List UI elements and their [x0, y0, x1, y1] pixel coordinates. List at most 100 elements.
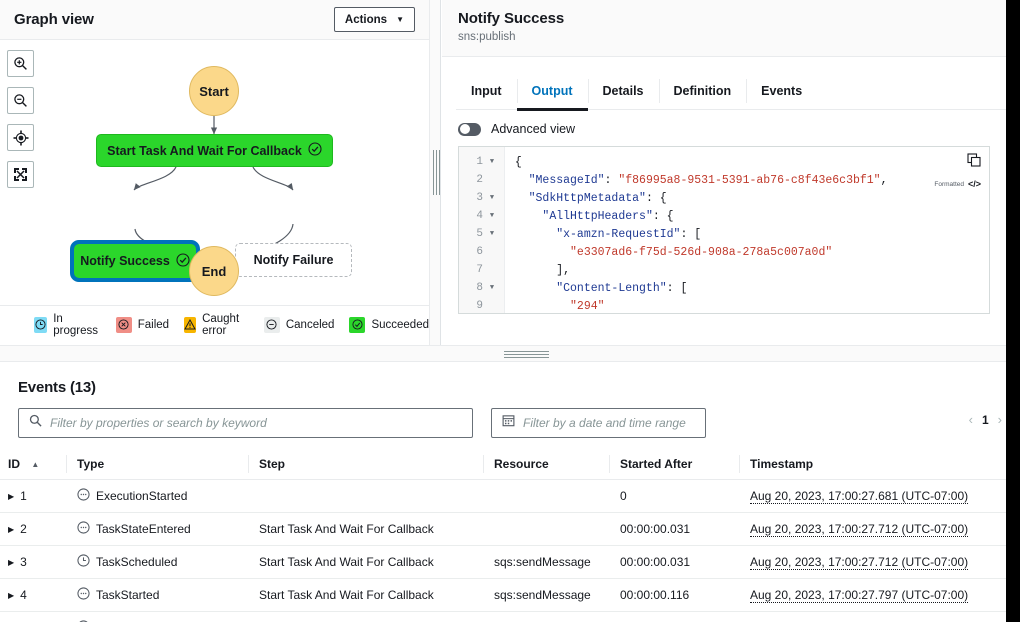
pagination-prev-button[interactable]: ‹ — [969, 412, 973, 427]
column-header-type[interactable]: Type — [66, 452, 248, 480]
expand-row-icon[interactable]: ▶ — [8, 558, 14, 567]
graph-legend: In progress Failed Caught error Canceled… — [0, 305, 429, 343]
code-line-text: "e3307ad6-f75d-526d-908a-278a5c007a0d" — [570, 245, 833, 259]
x-circle-icon — [115, 316, 132, 333]
legend-item-in-progress: In progress — [34, 313, 101, 337]
tab-events[interactable]: Events — [746, 72, 817, 110]
legend-item-failed: Failed — [115, 316, 169, 333]
table-row[interactable]: ▶ 4 TaskStarted Start Task And Wait For Cal… — [0, 578, 1006, 612]
cell-id-value: 2 — [20, 522, 27, 536]
output-json-viewer[interactable]: 1 ▼ {2 "MessageId": "f86995a8-9531-5391-a… — [458, 146, 990, 314]
tab-details-label: Details — [602, 84, 644, 98]
resize-grip-icon — [504, 351, 549, 358]
dots-circle-icon — [77, 488, 90, 504]
formatted-toggle[interactable]: Formatted </> — [934, 179, 981, 189]
calendar-icon — [502, 414, 515, 432]
cell-type-value: TaskStarted — [96, 588, 160, 602]
actions-button[interactable]: Actions ▼ — [333, 7, 415, 32]
timestamp-link[interactable]: Aug 20, 2023, 17:00:27.712 (UTC-07:00) — [750, 555, 969, 570]
fold-triangle-icon[interactable]: ▼ — [483, 194, 501, 202]
graph-node-notify-failure[interactable]: Notify Failure — [235, 243, 352, 277]
search-input[interactable]: Filter by properties or search by keywor… — [18, 408, 473, 438]
cell-timestamp: Aug 20, 2023, 17:00:27.712 (UTC-07:00) — [739, 545, 1006, 579]
cell-started-after: 00:00:00.116 — [609, 578, 739, 612]
search-icon — [29, 414, 42, 432]
table-row[interactable]: ▶ 1 ExecutionStarted 0 Aug 20, 2023, 17:00:2… — [0, 479, 1006, 513]
expand-row-icon[interactable]: ▶ — [8, 492, 14, 501]
graph-node-notify-success[interactable]: Notify Success — [70, 240, 200, 282]
graph-node-start-label: Start — [199, 83, 229, 99]
pagination-page-1[interactable]: 1 — [982, 413, 989, 427]
column-header-resource[interactable]: Resource — [483, 452, 609, 480]
check-circle-icon — [176, 252, 190, 270]
expand-row-icon[interactable]: ▶ — [8, 525, 14, 534]
dots-circle-icon — [77, 521, 90, 537]
tab-input[interactable]: Input — [456, 72, 517, 110]
cell-timestamp: Aug 20, 2023, 17:00:27.712 (UTC-07:00) — [739, 512, 1006, 546]
table-row[interactable]: ▶5TaskSubmittedStart Task And Wait For C… — [0, 611, 1006, 622]
chevron-down-icon: ▼ — [396, 14, 404, 24]
timestamp-link[interactable]: Aug 20, 2023, 17:00:27.712 (UTC-07:00) — [750, 522, 969, 537]
code-line-number: 7 — [476, 264, 483, 276]
code-line-text: "Content-Length": [ — [556, 281, 688, 295]
column-header-started-after[interactable]: Started After — [609, 452, 739, 480]
cell-id: ▶ 4 — [0, 578, 66, 612]
advanced-view-toggle[interactable] — [458, 122, 481, 136]
fold-triangle-icon[interactable]: ▼ — [483, 230, 501, 238]
graph-node-end[interactable]: End — [189, 246, 239, 296]
code-line-text: { — [514, 155, 522, 169]
tab-output[interactable]: Output — [516, 72, 588, 111]
pagination-next-button[interactable]: › — [998, 412, 1002, 427]
graph-canvas[interactable]: Start Start Task And Wait For Callback N… — [0, 40, 429, 305]
clock-icon — [34, 316, 48, 333]
graph-node-start-task-and-wait-for-callback[interactable]: Start Task And Wait For Callback — [96, 134, 333, 167]
tab-details[interactable]: Details — [587, 72, 659, 110]
legend-label-in-progress: In progress — [53, 312, 98, 337]
code-line-number: 6 — [476, 246, 483, 258]
cell-id: ▶ 2 — [0, 512, 66, 546]
legend-label-canceled: Canceled — [285, 318, 335, 331]
code-line-text: "MessageId": "f86995a8-9531-5391-ab76-c8… — [528, 173, 888, 187]
pagination: ‹ 1 › — [969, 412, 1002, 427]
copy-icon[interactable] — [934, 153, 981, 172]
timestamp-link[interactable]: Aug 20, 2023, 17:00:27.681 (UTC-07:00) — [750, 489, 969, 504]
cell-resource — [483, 479, 609, 513]
table-row[interactable]: ▶ 3 TaskScheduled Start Task And Wait For C… — [0, 545, 1006, 579]
cell-type: TaskStarted — [66, 578, 248, 612]
cell-timestamp: Aug 20, 2023, 17:00:27.681 (UTC-07:00) — [739, 479, 1006, 513]
code-line: 9 "294" — [459, 297, 989, 313]
vertical-resize-handle[interactable] — [429, 0, 441, 345]
cell-id-value: 3 — [20, 555, 27, 569]
advanced-view-row: Advanced view — [442, 110, 1006, 146]
cell-step: Start Task And Wait For Callback — [248, 611, 483, 622]
step-details-tabs: Input Output Details Definition Events — [442, 72, 1006, 111]
code-line-text: "AllHttpHeaders": { — [542, 209, 674, 223]
check-circle-icon — [308, 142, 322, 159]
cell-step — [248, 479, 483, 513]
events-title: Events (13) — [18, 379, 96, 396]
cell-started-after: 00:00:00.031 — [609, 512, 739, 546]
table-row[interactable]: ▶ 2 TaskStateEntered Start Task And Wait Fo… — [0, 512, 1006, 546]
cell-type-value: TaskScheduled — [96, 555, 178, 569]
code-viewer-actions: Formatted </> — [934, 153, 981, 189]
date-range-input[interactable]: Filter by a date and time range — [491, 408, 706, 438]
expand-row-icon[interactable]: ▶ — [8, 591, 14, 600]
cell-resource: sqs:sendMessage — [483, 578, 609, 612]
cell-started-after: 00:00:00.031 — [609, 545, 739, 579]
sort-ascending-icon: ▲ — [31, 460, 40, 470]
code-line: 2 "MessageId": "f86995a8-9531-5391-ab76-… — [459, 171, 989, 189]
graph-node-start[interactable]: Start — [189, 66, 239, 116]
cell-type-value: ExecutionStarted — [96, 489, 188, 503]
tab-definition[interactable]: Definition — [658, 72, 747, 110]
fold-triangle-icon[interactable]: ▼ — [483, 284, 501, 292]
column-header-timestamp[interactable]: Timestamp — [739, 452, 1006, 480]
column-header-id[interactable]: ID ▲ — [0, 452, 66, 480]
fold-triangle-icon[interactable]: ▼ — [483, 212, 501, 220]
step-details-header: Notify Success sns:publish — [442, 0, 1006, 57]
horizontal-resize-handle[interactable] — [0, 345, 1006, 362]
fold-triangle-icon[interactable]: ▼ — [483, 158, 501, 166]
advanced-view-label: Advanced view — [491, 122, 576, 136]
column-header-step[interactable]: Step — [248, 452, 483, 480]
timestamp-link[interactable]: Aug 20, 2023, 17:00:27.797 (UTC-07:00) — [750, 588, 969, 603]
cell-id: ▶ 3 — [0, 545, 66, 579]
